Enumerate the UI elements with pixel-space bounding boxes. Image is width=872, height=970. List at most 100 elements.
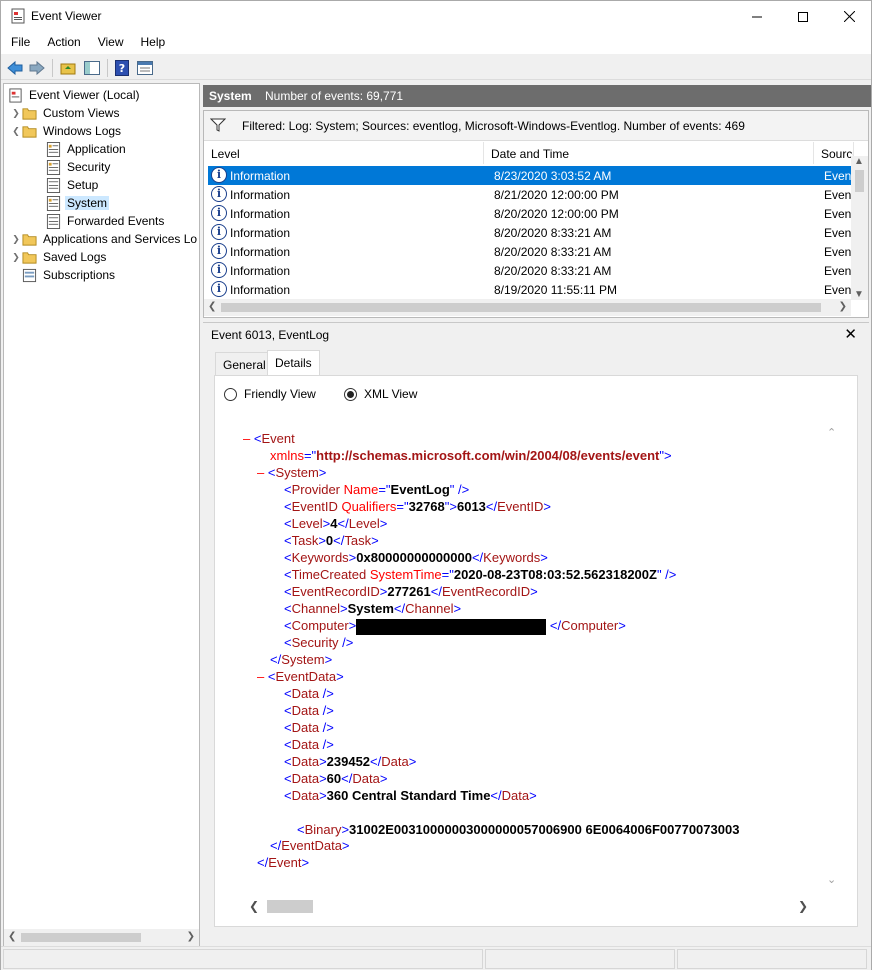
scrollbar-thumb[interactable] (21, 933, 141, 942)
chevron-down-icon[interactable]: ❮ (10, 126, 22, 137)
scroll-right-icon[interactable]: ❯ (187, 931, 195, 942)
column-header-date[interactable]: Date and Time (484, 142, 814, 164)
xml-line-binary: <Binary>31002E00310000003000000057006900… (297, 822, 740, 837)
xml-line-system-close: </System> (270, 652, 333, 667)
properties-button[interactable] (136, 59, 154, 77)
scroll-down-icon[interactable]: ⌄ (827, 873, 836, 886)
scroll-left-icon[interactable]: ❮ (8, 931, 16, 942)
status-bar (1, 946, 871, 970)
table-row[interactable]: i Information 8/20/2020 8:33:21 AM Event… (208, 223, 857, 242)
close-detail-button[interactable]: ✕ (844, 325, 857, 343)
folder-icon (22, 107, 37, 120)
column-header-level[interactable]: Level (204, 142, 484, 164)
toolbar-separator (52, 59, 53, 77)
console-tree-icon (84, 61, 100, 75)
close-window-button[interactable] (826, 1, 872, 32)
cell-level: Information (230, 188, 291, 202)
tree-item-custom-views[interactable]: ❯ Custom Views (10, 104, 121, 122)
scroll-left-icon[interactable]: ❮ (249, 899, 259, 913)
xml-line-security: <Security /> (284, 635, 354, 650)
xml-vertical-scrollbar[interactable]: ⌃ ⌄ (827, 426, 839, 886)
toolbar-separator (107, 59, 108, 77)
tree-item-security[interactable]: Security (46, 158, 112, 176)
xml-line-eventid: <EventID Qualifiers="32768">6013</EventI… (284, 499, 551, 514)
back-button[interactable] (6, 59, 24, 77)
up-folder-button[interactable] (59, 59, 77, 77)
table-row[interactable]: i Information 8/20/2020 8:33:21 AM Event… (208, 261, 857, 280)
toolbar: ? (1, 55, 871, 80)
minimize-button[interactable] (734, 1, 780, 32)
xml-line-data-empty: <Data /> (284, 703, 334, 718)
menu-help[interactable]: Help (131, 32, 173, 54)
list-vertical-scrollbar[interactable]: ▲ ▼ (851, 156, 868, 300)
xml-line-xmlns: xmlns="http://schemas.microsoft.com/win/… (270, 448, 672, 463)
chevron-right-icon[interactable]: ❯ (10, 234, 22, 245)
log-icon (46, 213, 61, 229)
xml-line-timecreated: <TimeCreated SystemTime="2020-08-23T08:0… (284, 567, 677, 582)
svg-text:?: ? (119, 62, 125, 75)
folder-icon (22, 251, 37, 264)
menu-file[interactable]: File (1, 32, 37, 54)
friendly-view-radio[interactable]: Friendly View (224, 387, 316, 401)
information-icon: i (211, 186, 227, 202)
tab-general[interactable]: General (215, 352, 274, 375)
column-header-source[interactable]: Source (814, 142, 854, 164)
xml-line-provider: <Provider Name="EventLog" /> (284, 482, 470, 497)
xml-viewer[interactable]: – <Event xmlns="http://schemas.microsoft… (233, 416, 840, 898)
forward-button[interactable] (28, 59, 46, 77)
tree-item-label: Application (67, 142, 126, 156)
tree-item-windows-logs[interactable]: ❮ Windows Logs (10, 122, 123, 140)
scrollbar-thumb[interactable] (221, 303, 821, 312)
table-row[interactable]: i Information 8/20/2020 8:33:21 AM Event… (208, 242, 857, 261)
tree-item-label: Custom Views (43, 106, 120, 120)
tree-item-event-viewer-local[interactable]: Event Viewer (Local) (8, 86, 142, 104)
maximize-button[interactable] (780, 1, 826, 32)
xml-view-radio[interactable]: XML View (344, 387, 417, 401)
tab-details[interactable]: Details (267, 350, 320, 375)
information-icon: i (211, 167, 227, 183)
table-row[interactable]: i Information 8/23/2020 3:03:52 AM Event… (208, 166, 857, 185)
scroll-right-icon[interactable]: ❯ (798, 899, 808, 913)
scrollbar-thumb[interactable] (855, 170, 864, 192)
xml-line-channel: <Channel>System</Channel> (284, 601, 462, 616)
scroll-up-icon[interactable]: ⌃ (827, 426, 836, 439)
table-row[interactable]: i Information 8/19/2020 11:55:11 PM Even… (208, 280, 857, 299)
menu-action[interactable]: Action (37, 32, 87, 54)
tree-item-label: Setup (67, 178, 99, 192)
collapse-toggle[interactable]: – (243, 431, 254, 446)
scroll-up-icon[interactable]: ▲ (854, 156, 864, 167)
help-button[interactable]: ? (113, 59, 131, 77)
tree-item-system[interactable]: System (46, 194, 110, 212)
tree-item-application[interactable]: Application (46, 140, 128, 158)
forward-arrow-icon (29, 61, 45, 75)
tree-item-subscriptions[interactable]: Subscriptions (22, 266, 117, 284)
scroll-right-icon[interactable]: ❯ (839, 301, 847, 312)
tree-item-saved-logs[interactable]: ❯ Saved Logs (10, 248, 108, 266)
show-hide-tree-button[interactable] (83, 59, 101, 77)
scroll-down-icon[interactable]: ▼ (854, 289, 864, 300)
chevron-right-icon[interactable]: ❯ (10, 108, 22, 119)
cell-date: 8/20/2020 8:33:21 AM (494, 245, 612, 259)
collapse-toggle[interactable]: – (257, 669, 268, 684)
xml-horizontal-scrollbar[interactable]: ❮ ❯ (241, 898, 816, 915)
xml-line-level: <Level>4</Level> (284, 516, 388, 531)
tree-item-applications-and-services[interactable]: ❯ Applications and Services Lo (10, 230, 199, 248)
tree-item-forwarded-events[interactable]: Forwarded Events (46, 212, 166, 230)
xml-line-task: <Task>0</Task> (284, 533, 379, 548)
xml-line-eventdata-close: </EventData> (270, 838, 350, 853)
list-horizontal-scrollbar[interactable]: ❮ ❯ (204, 299, 851, 316)
chevron-right-icon[interactable]: ❯ (10, 252, 22, 263)
scroll-left-icon[interactable]: ❮ (208, 301, 216, 312)
friendly-view-label: Friendly View (244, 387, 316, 401)
cell-date: 8/20/2020 8:33:21 AM (494, 226, 612, 240)
tree-item-setup[interactable]: Setup (46, 176, 100, 194)
scrollbar-thumb[interactable] (267, 900, 313, 913)
table-row[interactable]: i Information 8/20/2020 12:00:00 PM Even… (208, 204, 857, 223)
log-icon (46, 141, 61, 157)
folder-icon (22, 233, 37, 246)
tree-horizontal-scrollbar[interactable]: ❮ ❯ (4, 929, 199, 946)
collapse-toggle[interactable]: – (257, 465, 268, 480)
menu-view[interactable]: View (88, 32, 131, 54)
table-row[interactable]: i Information 8/21/2020 12:00:00 PM Even… (208, 185, 857, 204)
log-icon (46, 159, 61, 175)
